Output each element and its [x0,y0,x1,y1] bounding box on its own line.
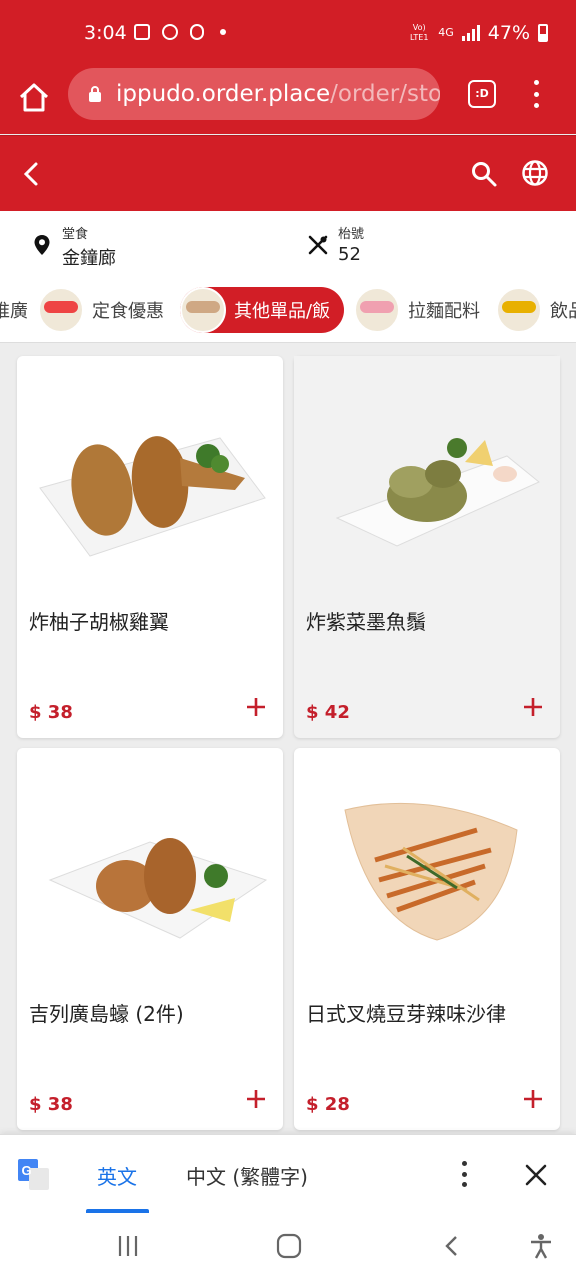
table-label: 枱號 [338,227,365,242]
location-pin-icon [34,235,50,255]
signal-icon [461,25,480,41]
utensils-icon [308,235,328,255]
lang-tab-source[interactable]: 英文 [97,1161,137,1190]
category-tab-toppings[interactable]: 拉麵配料 [354,287,480,333]
menu-item-card[interactable]: 吉列廣島蠔 (2件) $ 38 [17,748,283,1130]
volte-indicator: Vo) LTE1 [410,23,429,42]
status-time: 3:04 [84,22,127,44]
add-plus-icon[interactable] [245,1088,267,1110]
browser-menu-icon[interactable] [530,80,542,108]
category-label: 定食優惠 [92,301,164,322]
status-right: Vo) LTE1 4G 47% [408,22,548,44]
translate-bar: G 英文 中文 (繁體字) [0,1134,576,1214]
category-thumbnail [38,287,84,333]
food-image [17,356,283,580]
translate-menu-icon[interactable] [458,1161,470,1187]
category-label: 拉麵配料 [408,301,480,322]
dine-mode-label: 堂食 [62,227,89,242]
category-thumbnail [496,287,542,333]
browser-toolbar: ippudo.order.place/order/sto :D [0,68,576,134]
location-name: 金鐘廊 [62,248,116,269]
gallery-icon [134,24,150,40]
add-plus-icon[interactable] [522,696,544,718]
active-tab-indicator [86,1209,149,1213]
category-tab-promo[interactable]: 推廣 [0,287,28,333]
item-price: $ 28 [306,1094,350,1115]
add-plus-icon[interactable] [522,1088,544,1110]
google-translate-icon[interactable]: G [18,1159,50,1191]
battery-percent: 47% [487,22,530,44]
item-name: 日式叉燒豆芽辣味沙律 [306,1002,506,1026]
search-icon[interactable] [470,160,498,188]
battery-icon [538,24,548,42]
item-price: $ 42 [306,702,350,723]
food-image [294,356,560,580]
lock-icon [89,86,101,102]
back-arrow-icon[interactable] [18,160,44,188]
dine-mode-info[interactable]: 堂食 金鐘廊 [30,223,116,270]
category-label: 飲品 [550,301,576,322]
menu-item-card[interactable]: 炸柚子胡椒雞翼 $ 38 [17,356,283,738]
food-image [17,748,283,972]
notification-icons [134,24,226,40]
category-label: 其他單品/飯 [234,301,331,322]
system-nav-bar [0,1214,576,1280]
url-host: ippudo.order.place [116,81,331,107]
app-header [0,135,576,211]
add-plus-icon[interactable] [245,696,267,718]
tabs-button[interactable]: :D [468,80,496,108]
category-label: 推廣 [0,301,28,322]
menu-item-card[interactable]: 炸紫菜墨魚鬚 $ 42 [294,356,560,738]
close-icon[interactable] [524,1163,548,1187]
category-thumbnail [180,287,226,333]
item-name: 炸紫菜墨魚鬚 [306,610,426,634]
item-name: 炸柚子胡椒雞翼 [29,610,169,634]
menu-grid: 炸柚子胡椒雞翼 $ 38 炸紫菜墨魚鬚 $ 42 吉列廣島蠔 (2件) $ 38… [0,344,576,1134]
dot-icon [220,29,226,35]
url-field[interactable]: ippudo.order.place/order/sto [68,68,440,120]
app-root: 3:04 Vo) LTE1 4G 47% ippudo.order.place/… [0,0,576,1280]
category-tab-set-meal[interactable]: 定食優惠 [38,287,164,333]
food-image [294,748,560,972]
category-tab-drinks[interactable]: 飲品 [496,287,576,333]
home-icon[interactable] [16,80,52,116]
network-type: 4G [438,26,454,39]
status-bar: 3:04 Vo) LTE1 4G 47% [0,0,576,68]
menu-item-card[interactable]: 日式叉燒豆芽辣味沙律 $ 28 [294,748,560,1130]
app-icon [190,24,204,40]
app-icon [162,24,178,40]
table-info: 枱號 52 [306,223,364,265]
back-nav-icon[interactable] [438,1232,466,1260]
recent-apps-icon[interactable] [114,1232,142,1260]
table-number: 52 [338,244,361,265]
item-name: 吉列廣島蠔 (2件) [29,1002,184,1026]
lang-tab-target[interactable]: 中文 (繁體字) [186,1161,308,1190]
item-price: $ 38 [29,702,73,723]
home-nav-icon[interactable] [275,1232,303,1260]
accessibility-icon[interactable] [527,1232,555,1260]
category-tab-other-items[interactable]: 其他單品/飯 [180,287,345,333]
category-thumbnail [354,287,400,333]
globe-icon[interactable] [520,158,550,188]
order-info-bar: 堂食 金鐘廊 枱號 52 [0,211,576,277]
svg-text:G: G [22,1163,32,1178]
category-tabs: 推廣 定食優惠 其他單品/飯 拉麵配料 飲品 [0,277,576,343]
url-path: /order/sto [330,81,440,107]
item-price: $ 38 [29,1094,73,1115]
